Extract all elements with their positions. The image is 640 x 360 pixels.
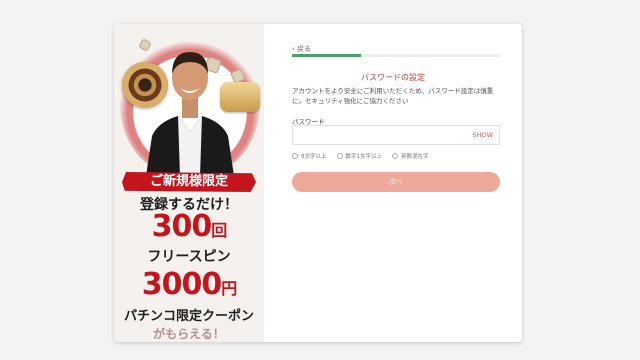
coupon-amount: 3000円 — [114, 268, 264, 306]
requirement-label: 8文字以上 — [301, 154, 327, 160]
promo-banner: ご新規様限定 登録するだけ！ 300回 フリースピン 3000円 パチンコ限定ク… — [114, 24, 264, 342]
password-field: SHOW — [292, 125, 500, 149]
back-label: 戻る — [297, 45, 312, 53]
requirement-item: 数字1文字以上 — [336, 152, 383, 160]
chevron-left-icon: ‹ — [292, 45, 295, 53]
requirement-item: 8文字以上 — [292, 152, 327, 160]
next-button[interactable]: 次へ — [292, 172, 500, 192]
coupon-unit: 円 — [221, 279, 237, 298]
password-form: ‹ 戻る パスワードの設定 アカウントをより安全にご利用いただくため、パスワード… — [264, 24, 522, 342]
step-progress-bar — [292, 54, 500, 57]
free-spins-amount: 300回 — [114, 210, 264, 248]
promo-closing-text: がもらえる！ — [153, 327, 225, 341]
back-button[interactable]: ‹ 戻る — [292, 44, 311, 54]
requirement-circle-icon — [336, 153, 343, 159]
requirement-circle-icon — [392, 153, 398, 159]
step-progress-fill — [292, 54, 361, 57]
requirement-label: 数字1文字以上 — [345, 154, 383, 160]
coupon-number: 3000 — [141, 267, 222, 302]
password-input[interactable] — [293, 130, 475, 149]
new-customer-ribbon: ご新規様限定 — [122, 172, 256, 192]
coupon-label: パチンコ限定クーポン — [123, 309, 254, 324]
signup-modal: ご新規様限定 登録するだけ！ 300回 フリースピン 3000円 パチンコ限定ク… — [114, 24, 522, 342]
password-requirements: 8文字以上 数字1文字以上 英数混在字 — [292, 152, 502, 160]
promo-person-image — [146, 52, 234, 176]
requirement-label: 英数混在字 — [401, 154, 429, 160]
show-password-toggle[interactable]: SHOW — [472, 131, 493, 139]
free-spins-label: フリースピン — [147, 249, 231, 265]
requirement-circle-icon — [292, 153, 298, 159]
free-spins-unit: 回 — [211, 221, 227, 240]
form-description: アカウントをより安全にご利用いただくため、パスワード設定は慎重に。セキュリティ強… — [292, 87, 494, 105]
free-spins-number: 300 — [151, 209, 213, 244]
page-title: パスワードの設定 — [361, 73, 425, 82]
requirement-item: 英数混在字 — [392, 152, 429, 160]
